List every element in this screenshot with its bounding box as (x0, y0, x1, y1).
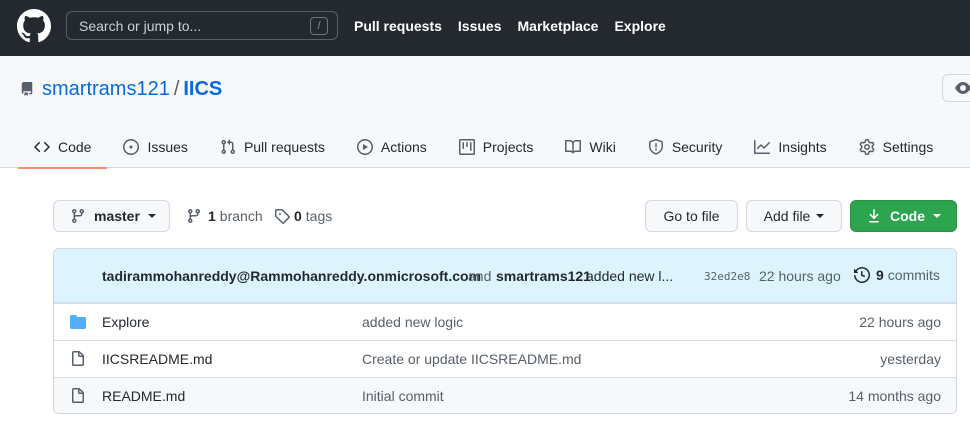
latest-commit-bar: tadirammohanreddy@Rammohanreddy.onmicros… (54, 249, 956, 303)
file-row-iicsreadme[interactable]: IICSREADME.md Create or update IICSREADM… (54, 340, 956, 377)
branch-count: 1 (208, 208, 216, 224)
search-shortcut-key: / (310, 17, 328, 35)
repo-icon (21, 82, 33, 96)
code-dropdown-button[interactable]: Code (850, 200, 957, 232)
history-icon (854, 267, 870, 283)
branches-link[interactable]: 1 branch (186, 208, 263, 224)
book-icon (565, 139, 582, 154)
eye-icon (955, 82, 970, 94)
repo-title: smartrams121/IICS (42, 78, 222, 101)
shield-icon (648, 139, 663, 155)
file-commit-message[interactable]: added new logic (362, 314, 463, 330)
watch-button[interactable] (942, 74, 970, 102)
tab-projects[interactable]: Projects (443, 126, 550, 168)
file-age: 14 months ago (848, 388, 941, 404)
global-nav: Pull requests Issues Marketplace Explore (354, 18, 666, 34)
repo-separator: / (173, 78, 180, 100)
tab-label: Pull requests (243, 139, 325, 155)
go-to-file-label: Go to file (663, 208, 720, 224)
issue-icon (123, 139, 140, 155)
commit-author-link[interactable]: tadirammohanreddy@Rammohanreddy.onmicros… (102, 268, 481, 284)
tab-actions[interactable]: Actions (341, 126, 443, 168)
file-row-explore[interactable]: Explore added new logic 22 hours ago (54, 303, 956, 340)
add-file-label: Add file (763, 208, 811, 224)
file-commit-message[interactable]: Create or update IICSREADME.md (362, 351, 581, 367)
tags-link[interactable]: 0 tags (274, 208, 332, 224)
folder-icon (70, 315, 86, 329)
tab-security[interactable]: Security (632, 126, 739, 168)
commit-count-label: commits (887, 267, 940, 283)
commit-sha-link[interactable]: 32ed2e8 (704, 270, 750, 283)
commits-history-link[interactable]: 9 commits (854, 267, 940, 283)
commit-coauthor-link[interactable]: smartrams121 (496, 268, 591, 284)
code-button-label: Code (890, 208, 925, 224)
code-icon (34, 141, 50, 153)
tab-settings[interactable]: Settings (843, 126, 950, 168)
file-commit-message[interactable]: Initial commit (362, 388, 444, 404)
file-icon (72, 351, 84, 366)
branch-icon (187, 209, 200, 224)
branch-count-label: branch (219, 208, 263, 224)
tab-label: Settings (882, 139, 934, 155)
commit-time: 22 hours ago (759, 268, 841, 284)
graph-icon (754, 140, 771, 154)
file-name-link[interactable]: README.md (102, 388, 185, 404)
chevron-down-icon (933, 214, 941, 218)
branch-name: master (94, 208, 140, 224)
chevron-down-icon (147, 214, 156, 218)
nav-pull-requests[interactable]: Pull requests (354, 18, 442, 34)
repo-owner-link[interactable]: smartrams121 (42, 78, 170, 100)
branch-icon (71, 209, 84, 224)
gear-icon (859, 139, 875, 155)
file-row-readme[interactable]: README.md Initial commit 14 months ago (54, 377, 956, 413)
commit-and-text: and (468, 268, 492, 284)
tab-wiki[interactable]: Wiki (549, 126, 631, 168)
tab-pull-requests[interactable]: Pull requests (204, 126, 341, 168)
play-icon (356, 139, 373, 155)
tag-icon (275, 209, 290, 224)
tag-count-label: tags (305, 208, 333, 224)
repo-header: smartrams121/IICS Code Issues Pull reque… (0, 56, 970, 169)
nav-explore[interactable]: Explore (614, 18, 665, 34)
tab-label: Security (671, 139, 723, 155)
download-icon (869, 209, 879, 223)
commit-message-link[interactable]: added new l... (586, 268, 673, 284)
nav-marketplace[interactable]: Marketplace (518, 18, 599, 34)
search-placeholder: Search or jump to... (79, 18, 202, 34)
file-browser: tadirammohanreddy@Rammohanreddy.onmicros… (53, 248, 957, 414)
project-icon (458, 139, 475, 155)
tab-code[interactable]: Code (18, 126, 108, 169)
add-file-button[interactable]: Add file (746, 200, 842, 232)
file-name-link[interactable]: IICSREADME.md (102, 351, 212, 367)
nav-issues[interactable]: Issues (458, 18, 502, 34)
go-to-file-button[interactable]: Go to file (645, 200, 738, 232)
tab-label: Wiki (589, 139, 616, 155)
repo-name-link[interactable]: IICS (183, 78, 222, 100)
pull-request-icon (221, 139, 235, 155)
tab-label: Actions (380, 139, 427, 155)
file-icon (72, 388, 84, 403)
search-input[interactable]: Search or jump to... / (66, 11, 338, 40)
tab-label: Projects (482, 139, 534, 155)
commit-count: 9 (876, 267, 884, 283)
tag-count: 0 (294, 208, 302, 224)
file-age: yesterday (880, 351, 941, 367)
file-age: 22 hours ago (859, 314, 941, 330)
chevron-down-icon (816, 214, 825, 218)
tab-label: Insights (778, 139, 827, 155)
repo-tabs: Code Issues Pull requests Actions Projec… (18, 126, 950, 169)
tab-issues[interactable]: Issues (107, 126, 203, 168)
branch-select-button[interactable]: master (53, 200, 170, 232)
github-logo-icon[interactable] (17, 9, 51, 43)
tab-label: Code (58, 139, 92, 155)
file-name-link[interactable]: Explore (102, 314, 149, 330)
global-header: Search or jump to... / Pull requests Iss… (0, 0, 970, 56)
tab-label: Issues (147, 139, 188, 155)
tab-insights[interactable]: Insights (738, 126, 842, 168)
